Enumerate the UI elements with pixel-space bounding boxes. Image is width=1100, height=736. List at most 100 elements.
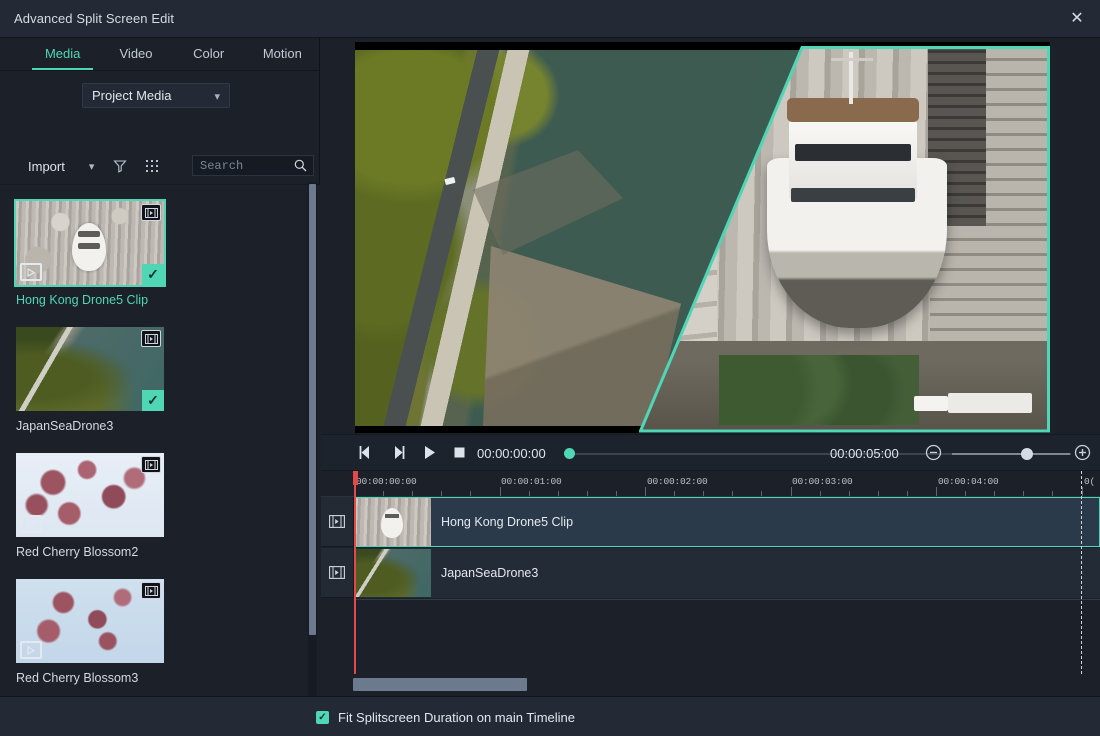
preview-area (321, 38, 1100, 434)
ruler-tick-minor (558, 491, 559, 496)
ruler-tick-minor (470, 491, 471, 496)
ruler-tick-minor (616, 491, 617, 496)
transport-bar: 00:00:00:00 00:00:05:00 (321, 434, 1100, 471)
tab-video[interactable]: Video (99, 37, 172, 70)
list-item[interactable]: ✓ Hong Kong Drone5 Clip (16, 201, 164, 307)
ruler-tick-minor (412, 491, 413, 496)
timeline-ruler[interactable]: 00:00:00:00 00:00:01:00 00:00:02:00 00:0… (321, 471, 1100, 497)
ruler-tick-minor (965, 491, 966, 496)
list-item[interactable]: ✓ JapanSeaDrone3 (16, 327, 164, 433)
timeline-track-1[interactable]: Hong Kong Drone5 Clip (354, 497, 1100, 547)
timeline-scrollbar-thumb[interactable] (353, 678, 527, 691)
tab-motion[interactable]: Motion (245, 37, 320, 70)
timeline-clip-1[interactable]: Hong Kong Drone5 Clip (354, 497, 1100, 547)
checkbox-check-icon: ✓ (316, 711, 329, 724)
track-header-1[interactable] (321, 497, 354, 547)
selected-check-icon: ✓ (142, 264, 164, 285)
timeline-playhead[interactable] (354, 471, 356, 674)
zoom-out-icon[interactable] (925, 444, 942, 466)
dialog-footer: ✓ Fit Splitscreen Duration on main Timel… (0, 696, 1100, 736)
tab-motion-label: Motion (263, 46, 302, 61)
timeline-end-marker (1081, 471, 1082, 674)
media-thumbnail[interactable]: ✓ (16, 327, 164, 411)
ruler-label: 00:00:02:00 (647, 476, 708, 487)
ruler-tick-major (1082, 487, 1083, 496)
filter-icon[interactable] (113, 159, 127, 173)
media-panel: Media Video Color Motion Project Media ▾… (0, 38, 320, 696)
zoom-slider-handle[interactable] (1021, 448, 1033, 460)
search-input[interactable] (200, 159, 288, 173)
ruler-label: 0( (1084, 476, 1095, 487)
fit-splitscreen-checkbox[interactable]: ✓ Fit Splitscreen Duration on main Timel… (316, 710, 575, 725)
ruler-tick-major (645, 487, 646, 496)
ruler-tick-minor (761, 491, 762, 496)
tab-color[interactable]: Color (173, 37, 245, 70)
ruler-tick-minor (674, 491, 675, 496)
zoom-slider-track[interactable] (952, 453, 1070, 455)
clip-thumbnail (355, 549, 431, 597)
ruler-tick-minor (587, 491, 588, 496)
media-thumbnail[interactable]: ✓ (16, 201, 164, 285)
ruler-label: 00:00:00:00 (356, 476, 417, 487)
media-thumbnail[interactable] (16, 579, 164, 663)
list-item[interactable]: Red Cherry Blossom2 (16, 453, 164, 559)
clip-thumbnail (355, 498, 431, 546)
ruler-tick-minor (994, 491, 995, 496)
ruler-label: 00:00:01:00 (501, 476, 562, 487)
media-item-label: Red Cherry Blossom2 (16, 545, 164, 559)
chevron-down-icon[interactable]: ▾ (89, 160, 95, 173)
timeline-clip-2[interactable]: JapanSeaDrone3 (354, 548, 1100, 598)
stop-icon[interactable] (451, 444, 468, 466)
play-icon[interactable] (421, 444, 438, 466)
ruler-tick-minor (441, 491, 442, 496)
play-badge-icon (20, 263, 42, 281)
total-timecode: 00:00:05:00 (830, 446, 899, 461)
media-item-label: Red Cherry Blossom3 (16, 671, 164, 685)
media-list-scrollbar-thumb[interactable] (309, 184, 316, 635)
media-thumbnail[interactable] (16, 453, 164, 537)
step-forward-icon[interactable] (390, 444, 407, 466)
preview-stage[interactable] (355, 42, 1050, 433)
import-button[interactable]: Import (28, 159, 65, 174)
ruler-tick-minor (529, 491, 530, 496)
timeline-clip-label: Hong Kong Drone5 Clip (441, 515, 573, 529)
media-list[interactable]: ✓ Hong Kong Drone5 Clip ✓ JapanSeaDrone3 (0, 184, 320, 733)
tab-media-label: Media (45, 46, 80, 61)
timeline[interactable]: 00:00:00:00 00:00:01:00 00:00:02:00 00:0… (321, 471, 1100, 696)
advanced-split-screen-dialog: Advanced Split Screen Edit ✕ Media Video… (0, 0, 1100, 736)
media-library-select[interactable]: Project Media ▾ (82, 83, 230, 108)
video-file-icon (141, 582, 161, 599)
chevron-down-icon: ▾ (214, 90, 220, 103)
list-item[interactable]: Red Cherry Blossom3 (16, 579, 164, 685)
search-box[interactable] (192, 155, 314, 176)
track-header-2[interactable] (321, 548, 354, 598)
ruler-tick-minor (383, 491, 384, 496)
video-track-icon (329, 566, 345, 579)
ruler-tick-minor (820, 491, 821, 496)
window-title: Advanced Split Screen Edit (14, 11, 174, 26)
search-icon (294, 159, 307, 177)
ruler-tick-minor (1023, 491, 1024, 496)
tab-color-label: Color (193, 46, 224, 61)
current-timecode: 00:00:00:00 (477, 446, 546, 461)
play-badge-icon (20, 641, 42, 659)
video-file-icon (141, 330, 161, 347)
timeline-track-2[interactable]: JapanSeaDrone3 (354, 548, 1100, 598)
ruler-tick-major (936, 487, 937, 496)
ruler-tick-minor (703, 491, 704, 496)
tab-media[interactable]: Media (26, 37, 99, 70)
video-file-icon (141, 456, 161, 473)
ruler-tick-minor (849, 491, 850, 496)
zoom-in-icon[interactable] (1074, 444, 1091, 466)
timeline-clip-label: JapanSeaDrone3 (441, 566, 538, 580)
media-item-label: Hong Kong Drone5 Clip (16, 293, 164, 307)
video-track-icon (329, 515, 345, 528)
close-icon[interactable]: ✕ (1054, 0, 1100, 37)
step-backward-icon[interactable] (357, 444, 374, 466)
media-item-label: JapanSeaDrone3 (16, 419, 164, 433)
ruler-tick-minor (907, 491, 908, 496)
grid-view-icon[interactable] (146, 160, 159, 173)
ruler-label: 00:00:04:00 (938, 476, 999, 487)
fit-splitscreen-label: Fit Splitscreen Duration on main Timelin… (338, 710, 575, 725)
playback-progress-handle[interactable] (564, 448, 575, 459)
